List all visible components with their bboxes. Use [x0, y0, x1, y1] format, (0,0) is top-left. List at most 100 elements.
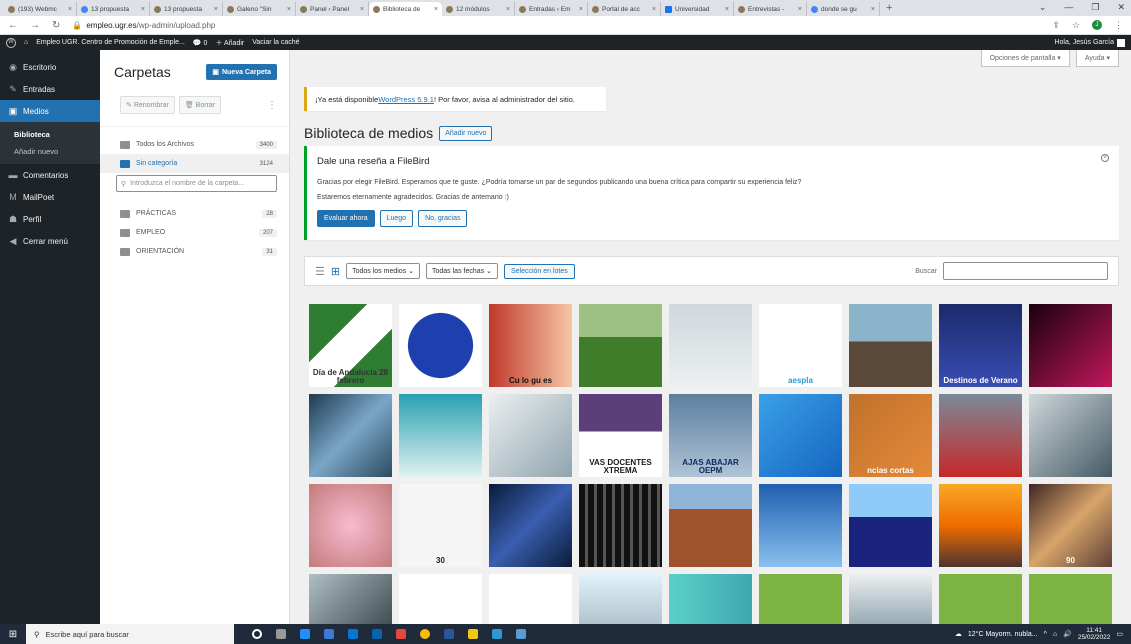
- media-thumbnail[interactable]: Cu lo gu es: [489, 304, 572, 387]
- task-view-icon[interactable]: [276, 629, 286, 639]
- tab-close-icon[interactable]: ×: [652, 6, 656, 13]
- browser-tab[interactable]: (193) Webmc ×: [4, 2, 77, 16]
- media-thumbnail[interactable]: #BeGreening El futuro es ahora: [939, 574, 1022, 624]
- media-thumbnail[interactable]: [849, 484, 932, 567]
- browser-tab[interactable]: Portal de acc ×: [588, 2, 661, 16]
- wordpress-logo-icon[interactable]: W: [6, 37, 16, 48]
- tab-close-icon[interactable]: ×: [506, 6, 510, 13]
- media-thumbnail[interactable]: [939, 484, 1022, 567]
- add-new-button[interactable]: Añadir nuevo: [439, 125, 493, 141]
- media-type-filter[interactable]: Todos los medios ⌄: [346, 263, 420, 279]
- browser-tab[interactable]: Entradas ‹ Em ×: [515, 2, 588, 16]
- media-thumbnail[interactable]: Destinos de Verano: [939, 304, 1022, 387]
- profile-avatar[interactable]: J: [1092, 20, 1102, 30]
- folder-uncategorized[interactable]: Sin categoría 3124: [100, 154, 289, 173]
- media-thumbnail[interactable]: [309, 394, 392, 477]
- media-thumbnail[interactable]: AJAS ABAJAR OEPM: [669, 394, 752, 477]
- clock[interactable]: 11:41 25/02/2022: [1078, 627, 1111, 641]
- reload-icon[interactable]: ↻: [52, 20, 60, 31]
- sidebar-subitem-library[interactable]: Biblioteca: [0, 126, 100, 143]
- media-thumbnail[interactable]: Día de Andalucía 28 febrero: [309, 304, 392, 387]
- windows-start-icon[interactable]: ⊞: [0, 629, 26, 640]
- more-options-icon[interactable]: ⋮: [267, 100, 277, 111]
- new-tab-button[interactable]: +: [880, 2, 898, 16]
- sidebar-item-cerrar-menú[interactable]: ◀ Cerrar menú: [0, 230, 100, 252]
- tab-close-icon[interactable]: ×: [141, 6, 145, 13]
- dismiss-icon[interactable]: ×: [1101, 154, 1109, 162]
- grid-view-icon[interactable]: ⊞: [331, 265, 340, 278]
- back-icon[interactable]: ←: [8, 20, 18, 31]
- comments-link[interactable]: 💬 0: [193, 39, 208, 47]
- date-filter[interactable]: Todas las fechas ⌄: [426, 263, 498, 279]
- sidebar-item-perfil[interactable]: ☗ Perfil: [0, 208, 100, 230]
- share-icon[interactable]: ⇪: [1052, 20, 1060, 31]
- media-thumbnail[interactable]: [579, 304, 662, 387]
- mail-icon[interactable]: [372, 629, 382, 639]
- rate-now-button[interactable]: Evaluar ahora: [317, 210, 375, 227]
- tab-close-icon[interactable]: ×: [68, 6, 72, 13]
- browser-tab[interactable]: Panel ‹ Panel ×: [296, 2, 369, 16]
- media-thumbnail[interactable]: [1029, 304, 1112, 387]
- tab-close-icon[interactable]: ×: [360, 6, 364, 13]
- media-thumbnail[interactable]: ncias cortas: [849, 394, 932, 477]
- browser-tab[interactable]: 13 propuesta ×: [150, 2, 223, 16]
- media-thumbnail[interactable]: 90: [1029, 484, 1112, 567]
- sidebar-item-mailpoet[interactable]: M MailPoet: [0, 186, 100, 208]
- word-icon[interactable]: [444, 629, 454, 639]
- maximize-button[interactable]: ❐: [1091, 2, 1099, 13]
- no-thanks-button[interactable]: No, gracias: [418, 210, 468, 227]
- browser-tab[interactable]: donde se gu ×: [807, 2, 880, 16]
- media-thumbnail[interactable]: aespla: [759, 304, 842, 387]
- weather-text[interactable]: 12°C Mayorm. nubla...: [968, 631, 1038, 638]
- media-thumbnail[interactable]: VAS DOCENTES XTREMA: [579, 394, 662, 477]
- screen-options-button[interactable]: Opciones de pantalla ▾: [980, 50, 1070, 67]
- browser-tab[interactable]: Entrevistas - ×: [734, 2, 807, 16]
- sidebar-item-comentarios[interactable]: ▬ Comentarios: [0, 164, 100, 186]
- browser-tab[interactable]: 12 módulos ×: [442, 2, 515, 16]
- app2-icon[interactable]: [492, 629, 502, 639]
- bulk-select-button[interactable]: Selección en lotes: [503, 263, 575, 279]
- powerbi-icon[interactable]: [468, 629, 478, 639]
- media-thumbnail[interactable]: [849, 304, 932, 387]
- browser-tab[interactable]: Galeno "Sin ×: [223, 2, 296, 16]
- media-thumbnail[interactable]: [759, 394, 842, 477]
- tab-close-icon[interactable]: ×: [798, 6, 802, 13]
- rename-button[interactable]: ✎ Renombrar: [120, 96, 175, 114]
- media-thumbnail[interactable]: 30: [399, 484, 482, 567]
- browser-tab[interactable]: Biblioteca de ×: [369, 2, 442, 16]
- media-thumbnail[interactable]: [309, 574, 392, 624]
- help-button[interactable]: Ayuda ▾: [1075, 50, 1119, 67]
- tab-close-icon[interactable]: ×: [725, 6, 729, 13]
- media-thumbnail[interactable]: [759, 484, 842, 567]
- bookmark-star-icon[interactable]: ☆: [1072, 20, 1080, 31]
- volume-icon[interactable]: 🔊: [1063, 630, 1072, 638]
- tab-close-icon[interactable]: ×: [579, 6, 583, 13]
- media-thumbnail[interactable]: #BeGreening El futuro es ahora: [1029, 574, 1112, 624]
- media-thumbnail[interactable]: [489, 394, 572, 477]
- media-thumbnail[interactable]: [669, 484, 752, 567]
- delete-button[interactable]: 🗑 Borrar: [178, 96, 222, 114]
- account-menu[interactable]: Hola, Jesús García: [1054, 38, 1125, 47]
- media-thumbnail[interactable]: Greening: [579, 574, 662, 624]
- browser-tab[interactable]: 13 propuesta ×: [77, 2, 150, 16]
- files-icon[interactable]: [348, 629, 358, 639]
- media-thumbnail[interactable]: un Universidad Internacional de Andalucí…: [489, 574, 572, 624]
- sidebar-subitem-add-new[interactable]: Añadir nuevo: [0, 143, 100, 160]
- media-thumbnail[interactable]: [399, 304, 482, 387]
- site-name-link[interactable]: Empleo UGR. Centro de Promoción de Emple…: [36, 39, 185, 46]
- cortana-icon[interactable]: [252, 629, 262, 639]
- new-folder-button[interactable]: ▣ Nueva Carpeta: [206, 64, 277, 80]
- tab-close-icon[interactable]: ×: [871, 6, 875, 13]
- folder-item[interactable]: EMPLEO 207: [100, 223, 289, 242]
- edge-icon[interactable]: [300, 629, 310, 639]
- media-thumbnail[interactable]: #BeGreening: [759, 574, 842, 624]
- folder-search-input[interactable]: ⚲ Introduzca el nombre de la carpeta...: [116, 175, 277, 192]
- media-search-input[interactable]: [943, 262, 1108, 280]
- folder-item[interactable]: ORIENTACIÓN 31: [100, 242, 289, 261]
- media-thumbnail[interactable]: [939, 394, 1022, 477]
- media-thumbnail[interactable]: [669, 304, 752, 387]
- later-button[interactable]: Luego: [379, 210, 414, 227]
- tab-close-icon[interactable]: ×: [287, 6, 291, 13]
- tab-close-icon[interactable]: ×: [214, 6, 218, 13]
- media-thumbnail[interactable]: [309, 484, 392, 567]
